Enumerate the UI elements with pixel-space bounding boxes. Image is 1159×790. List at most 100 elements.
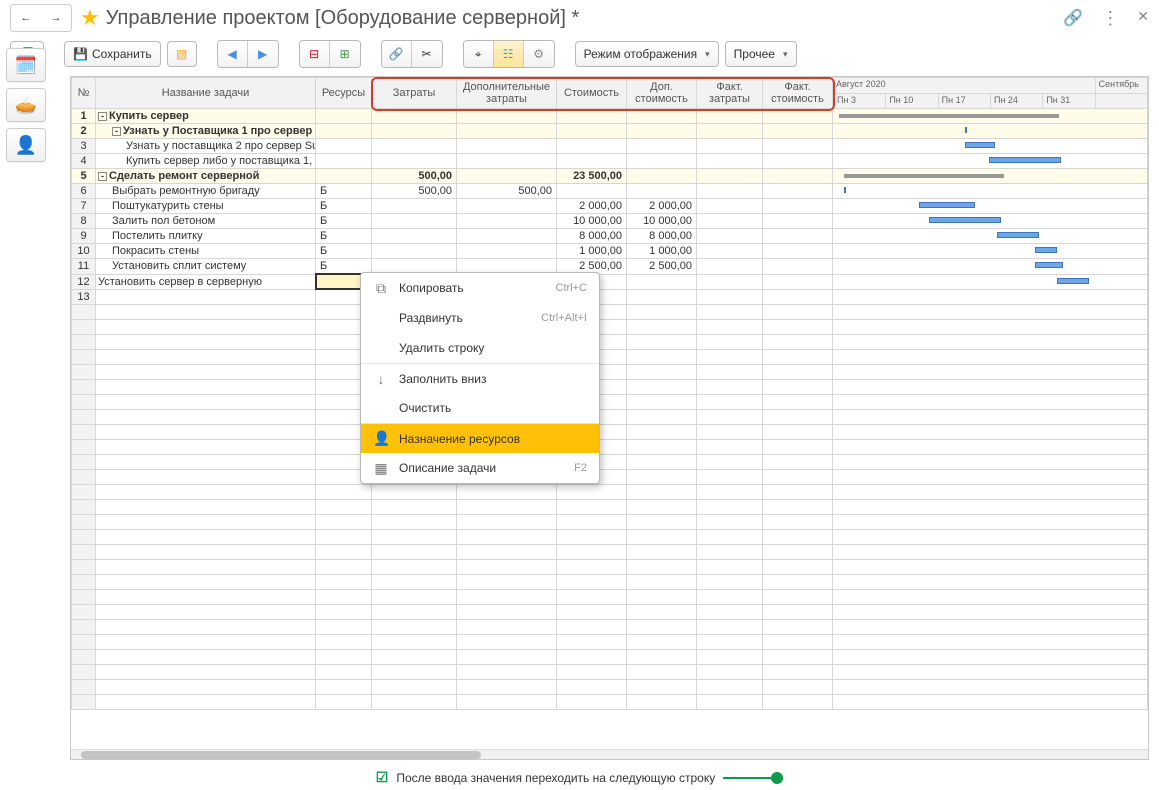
table-row[interactable]: 13	[72, 289, 1148, 304]
cell-task[interactable]: -Купить сервер	[96, 109, 316, 124]
cell-addvalue[interactable]	[627, 184, 697, 199]
cell-value[interactable]: 8 000,00	[557, 229, 627, 244]
nav-right-button[interactable]: ▶	[248, 41, 278, 67]
table-row[interactable]: 1-Купить сервер-	[72, 109, 1148, 124]
link-icon[interactable]: 🔗	[1063, 8, 1083, 29]
cell-res[interactable]	[316, 169, 372, 184]
col-num[interactable]: №	[72, 78, 96, 109]
cell-addvalue[interactable]	[627, 169, 697, 184]
cell-actvalue[interactable]	[763, 124, 833, 139]
cell-actvalue[interactable]	[763, 139, 833, 154]
table-row[interactable]: 9Постелить плиткуБ8 000,008 000,00	[72, 229, 1148, 244]
cell-value[interactable]: 23 500,00	[557, 169, 627, 184]
cell-actcost[interactable]	[697, 259, 763, 275]
cell-res[interactable]	[316, 109, 372, 124]
cell-addvalue[interactable]	[627, 154, 697, 169]
table-row[interactable]: 10Покрасить стеныБ1 000,001 000,00	[72, 244, 1148, 259]
cell-value[interactable]: 1 000,00	[557, 244, 627, 259]
cell-res[interactable]: Б	[316, 184, 372, 199]
table-row[interactable]: 5-Сделать ремонт серверной500,0023 500,0…	[72, 169, 1148, 184]
table-row[interactable]: 3Узнать у поставщика 2 про сервер Superm…	[72, 139, 1148, 154]
table-row[interactable]: 2-Узнать у Поставщика 1 про сервер HP	[72, 124, 1148, 139]
cell-res[interactable]	[316, 139, 372, 154]
cell-actcost[interactable]	[697, 169, 763, 184]
cell-res[interactable]	[316, 154, 372, 169]
filter-clear-button[interactable]: ⌖	[464, 41, 494, 67]
cell-actvalue[interactable]	[763, 259, 833, 275]
favorite-star-icon[interactable]: ★	[80, 5, 100, 31]
col-cost[interactable]: Затраты	[372, 78, 457, 109]
table-row[interactable]: 7Поштукатурить стеныБ2 000,002 000,00	[72, 199, 1148, 214]
table-row[interactable]: 4Купить сервер либо у поставщика 1,	[72, 154, 1148, 169]
cell-cost[interactable]	[372, 199, 457, 214]
col-addcost[interactable]: Дополнительные затраты	[457, 78, 557, 109]
cell-addvalue[interactable]: 10 000,00	[627, 214, 697, 229]
save-button[interactable]: 💾 Сохранить	[64, 41, 161, 67]
cell-value[interactable]	[557, 109, 627, 124]
cell-res[interactable]	[316, 124, 372, 139]
cell-res[interactable]: Б	[316, 214, 372, 229]
table-row[interactable]: 12Установить сервер в серверную	[72, 274, 1148, 289]
cell-addvalue[interactable]: 2 500,00	[627, 259, 697, 275]
cell-actcost[interactable]	[697, 139, 763, 154]
col-task[interactable]: Название задачи	[96, 78, 316, 109]
cell-addcost[interactable]	[457, 139, 557, 154]
cell-task[interactable]: Установить сервер в серверную	[96, 274, 316, 289]
cell-actcost[interactable]	[697, 274, 763, 289]
cell-addcost[interactable]	[457, 154, 557, 169]
cell-value[interactable]	[557, 124, 627, 139]
cell-addvalue[interactable]: 2 000,00	[627, 199, 697, 214]
tree-view-button[interactable]: ☷	[494, 41, 524, 67]
cell-task[interactable]: Выбрать ремонтную бригаду	[96, 184, 316, 199]
scrollbar-thumb[interactable]	[81, 751, 481, 759]
sidebar-user-button[interactable]: 👤	[6, 128, 46, 162]
display-mode-dropdown[interactable]: Режим отображения	[575, 41, 719, 67]
cell-addvalue[interactable]	[627, 289, 697, 304]
footer-slider[interactable]	[723, 771, 783, 785]
settings-gear-button[interactable]: ⚙	[524, 41, 554, 67]
context-menu-item[interactable]: Очистить	[361, 393, 599, 423]
expand-button[interactable]: ⊞	[330, 41, 360, 67]
sidebar-chart-button[interactable]: 🥧	[6, 88, 46, 122]
cell-actvalue[interactable]	[763, 169, 833, 184]
back-button[interactable]: ←	[13, 7, 39, 29]
cell-task[interactable]: Установить сплит систему	[96, 259, 316, 275]
cell-res[interactable]: Б	[316, 199, 372, 214]
context-menu-item[interactable]: Удалить строку	[361, 333, 599, 363]
cell-addcost[interactable]	[457, 244, 557, 259]
link-button[interactable]: 🔗	[382, 41, 412, 67]
table-row[interactable]: 6Выбрать ремонтную бригадуБ500,00500,00	[72, 184, 1148, 199]
cell-addcost[interactable]	[457, 199, 557, 214]
cell-addvalue[interactable]	[627, 109, 697, 124]
cell-value[interactable]	[557, 139, 627, 154]
cell-addcost[interactable]	[457, 214, 557, 229]
cell-actvalue[interactable]	[763, 274, 833, 289]
cell-actcost[interactable]	[697, 184, 763, 199]
cell-addvalue[interactable]	[627, 274, 697, 289]
horizontal-scrollbar[interactable]	[71, 749, 1148, 759]
nav-left-button[interactable]: ◀	[218, 41, 248, 67]
cell-addvalue[interactable]: 8 000,00	[627, 229, 697, 244]
cell-task[interactable]: Узнать у поставщика 2 про сервер Supermi…	[96, 139, 316, 154]
cell-value[interactable]	[557, 154, 627, 169]
cell-value[interactable]: 2 000,00	[557, 199, 627, 214]
context-menu-item[interactable]: ↓Заполнить вниз	[361, 363, 599, 393]
cell-res[interactable]: Б	[316, 244, 372, 259]
cell-actcost[interactable]	[697, 229, 763, 244]
cell-actvalue[interactable]	[763, 184, 833, 199]
collapse-button[interactable]: ⊟	[300, 41, 330, 67]
cell-actvalue[interactable]	[763, 109, 833, 124]
cell-addcost[interactable]: 500,00	[457, 184, 557, 199]
sidebar-calendar-button[interactable]: 🗓️	[6, 48, 46, 82]
note-icon-button[interactable]: ▧	[167, 41, 197, 67]
table-row[interactable]: 11Установить сплит системуБ2 500,002 500…	[72, 259, 1148, 275]
cell-task[interactable]: Покрасить стены	[96, 244, 316, 259]
context-menu-item[interactable]: ⧉КопироватьCtrl+C	[361, 273, 599, 303]
cell-cost[interactable]: 500,00	[372, 169, 457, 184]
cell-actcost[interactable]	[697, 199, 763, 214]
cell-actvalue[interactable]	[763, 199, 833, 214]
menu-dots-icon[interactable]: ⋮	[1101, 8, 1119, 29]
col-value[interactable]: Стоимость	[557, 78, 627, 109]
cell-res[interactable]: Б	[316, 229, 372, 244]
cell-actcost[interactable]	[697, 244, 763, 259]
